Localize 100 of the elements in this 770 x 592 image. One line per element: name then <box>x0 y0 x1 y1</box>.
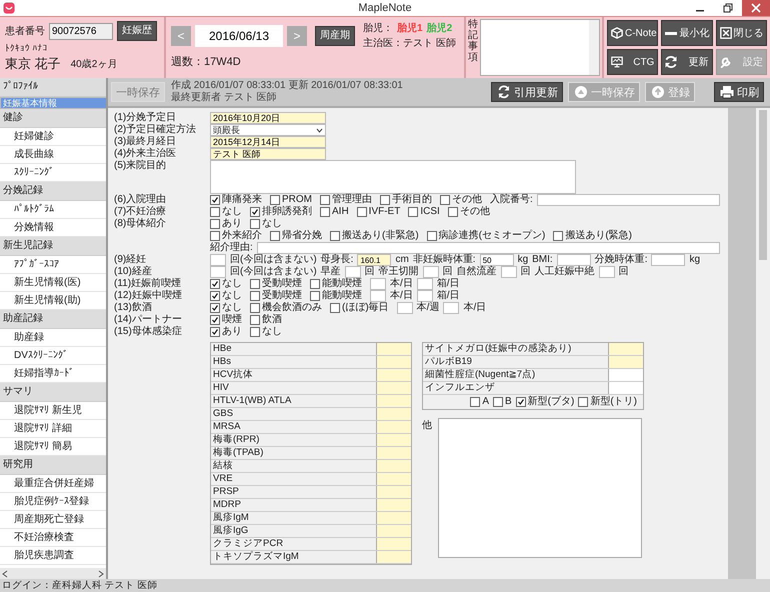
toolbar-button[interactable]: 更新 <box>661 49 713 75</box>
checkbox[interactable]: なし <box>210 278 242 290</box>
input-field[interactable] <box>556 254 591 266</box>
sidebar-item[interactable]: 成長曲線 <box>0 146 106 164</box>
checkbox[interactable]: なし <box>250 218 282 230</box>
checkbox[interactable]: 能動喫煙 <box>310 290 362 302</box>
input-field[interactable] <box>536 194 720 206</box>
sidebar-item[interactable]: ﾊﾟﾙﾄｸﾞﾗﾑ <box>0 201 106 219</box>
checkbox[interactable]: 飲酒 <box>250 314 282 326</box>
input-field[interactable] <box>376 473 411 485</box>
checkbox[interactable]: 排卵誘発剤 <box>250 206 312 218</box>
toolbar-button[interactable]: CTG <box>607 49 658 75</box>
input-field[interactable] <box>376 486 411 498</box>
sidebar-group[interactable]: 助産記録 <box>0 310 106 329</box>
toolbar-button[interactable]: C-Note <box>607 20 658 46</box>
checkbox[interactable]: 受動喫煙 <box>250 278 302 290</box>
input-field[interactable]: 160.1 <box>357 254 392 266</box>
scroll-left-icon[interactable] <box>2 570 8 578</box>
input-field[interactable] <box>376 421 411 433</box>
toolbar-button[interactable]: 印刷 <box>714 82 764 102</box>
date-field[interactable]: 2016/06/13 <box>195 24 283 46</box>
sidebar-item[interactable]: 新生児情報(医) <box>0 274 106 292</box>
checkbox[interactable]: 新型(ブタ) <box>516 396 574 408</box>
sidebar-group[interactable]: 健診 <box>0 109 106 128</box>
input-field[interactable] <box>256 242 720 254</box>
input-field[interactable] <box>608 356 643 368</box>
input-field[interactable] <box>376 356 411 368</box>
sidebar-item[interactable]: 胎児疾患調査 <box>0 547 106 565</box>
checkbox[interactable]: なし <box>210 206 242 218</box>
toolbar-button[interactable]: 最小化 <box>661 20 713 46</box>
checkbox[interactable]: なし <box>210 290 242 302</box>
input-field[interactable] <box>376 551 411 563</box>
checkbox[interactable]: その他 <box>440 194 482 206</box>
input-field[interactable] <box>500 266 517 278</box>
checkbox[interactable]: 能動喫煙 <box>310 278 362 290</box>
checkbox[interactable]: 新型(トリ) <box>578 396 637 408</box>
sidebar-group[interactable]: サマリ <box>0 383 106 402</box>
dropdown[interactable]: 頭殿長 <box>210 124 326 136</box>
scrollbar-thumb[interactable] <box>759 110 767 260</box>
text-area[interactable] <box>438 418 642 558</box>
sidebar-item[interactable]: 助産録 <box>0 329 106 347</box>
input-field[interactable]: テスト 医師 <box>210 148 326 160</box>
checkbox[interactable]: あり <box>210 326 242 338</box>
checkbox[interactable]: あり <box>210 218 242 230</box>
input-field[interactable] <box>344 266 361 278</box>
checkbox[interactable]: 搬送あり(非緊急) <box>330 230 419 242</box>
sidebar-item[interactable]: 退院ｻﾏﾘ 新生児 <box>0 402 106 420</box>
input-field[interactable] <box>210 266 226 278</box>
input-field[interactable] <box>608 369 643 381</box>
input-field[interactable] <box>376 447 411 459</box>
input-field[interactable] <box>376 343 411 355</box>
sidebar-item[interactable]: 退院ｻﾏﾘ 詳細 <box>0 420 106 438</box>
input-field[interactable] <box>376 408 411 420</box>
checkbox[interactable]: 機会飲酒のみ <box>250 302 322 314</box>
input-field[interactable] <box>376 499 411 511</box>
input-field[interactable] <box>651 254 686 266</box>
checkbox[interactable]: PROM <box>270 194 312 206</box>
close-icon[interactable] <box>742 0 770 16</box>
input-field[interactable] <box>376 382 411 394</box>
input-field[interactable]: 50 <box>480 254 514 266</box>
checkbox[interactable]: ICSI <box>408 206 440 218</box>
input-field[interactable] <box>370 290 386 302</box>
checkbox[interactable]: 搬送あり(緊急) <box>553 230 632 242</box>
sidebar-group[interactable]: 新生児記録 <box>0 237 106 256</box>
input-field[interactable] <box>376 395 411 407</box>
input-field[interactable] <box>598 266 615 278</box>
toolbar-button[interactable]: 引用更新 <box>491 82 563 102</box>
input-field[interactable] <box>376 460 411 472</box>
checkbox[interactable]: 陣痛発来 <box>210 194 262 206</box>
checkbox[interactable]: A <box>470 396 489 408</box>
perinatal-button[interactable]: 周産期 <box>315 26 355 46</box>
checkbox[interactable]: 帰省分娩 <box>270 230 322 242</box>
input-field[interactable]: 2015年12月14日 <box>210 136 326 148</box>
text-area[interactable] <box>210 160 576 194</box>
checkbox[interactable]: その他 <box>448 206 490 218</box>
checkbox[interactable]: IVF-ET <box>356 206 400 218</box>
checkbox[interactable]: AIH <box>320 206 349 218</box>
sidebar-item[interactable]: 胎児症例ｹｰｽ登録 <box>0 493 106 511</box>
input-field[interactable] <box>443 302 460 314</box>
input-field[interactable] <box>376 525 411 537</box>
checkbox[interactable]: 手術目的 <box>380 194 432 206</box>
input-field[interactable] <box>376 512 411 524</box>
input-field[interactable] <box>416 290 433 302</box>
sidebar-group[interactable]: 分娩記録 <box>0 182 106 201</box>
checkbox[interactable]: 喫煙 <box>210 314 242 326</box>
input-field[interactable] <box>608 343 643 355</box>
checkbox[interactable]: 管理理由 <box>320 194 372 206</box>
input-field[interactable] <box>608 382 643 394</box>
sidebar-group[interactable]: ﾌﾟﾛﾌｧｲﾙ <box>0 78 106 97</box>
checkbox[interactable]: 受動喫煙 <box>250 290 302 302</box>
checkbox[interactable]: なし <box>210 302 242 314</box>
input-field[interactable] <box>416 278 433 290</box>
sidebar-item[interactable]: DVｽｸﾘｰﾆﾝｸﾞ <box>0 347 106 365</box>
patient-id-field[interactable]: 90072576 <box>49 22 113 40</box>
checkbox[interactable]: B <box>492 396 512 408</box>
input-field[interactable] <box>376 538 411 550</box>
input-field[interactable]: 2016年10月20日 <box>210 112 326 124</box>
input-field[interactable] <box>210 254 226 266</box>
checkbox[interactable]: 外来紹介 <box>210 230 262 242</box>
checkbox[interactable]: 病診連携(セミオープン) <box>426 230 546 242</box>
